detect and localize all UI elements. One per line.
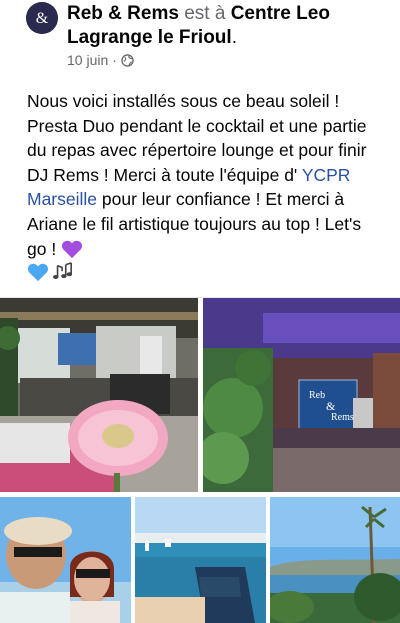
photo-selfie[interactable]: [0, 497, 131, 623]
location-trailing: .: [231, 27, 237, 48]
globe-icon: [121, 53, 134, 67]
photo-dj-setup[interactable]: Reb & Rems: [203, 298, 400, 492]
banner-text-amp: &: [326, 399, 336, 413]
banner-text-rems: Rems: [331, 412, 354, 423]
musical-notes-icon: [51, 261, 75, 287]
post-meta: 10 juin ·: [67, 52, 134, 68]
emoji-row: [27, 261, 75, 287]
photo-marina[interactable]: [135, 497, 266, 623]
post-header: & Reb & Rems est à Centre Leo Lagrange l…: [0, 0, 400, 80]
avatar[interactable]: &: [26, 2, 58, 34]
logo-icon: &: [26, 2, 58, 34]
post-text: Nous voici installés sous ce beau soleil…: [27, 89, 377, 265]
blue-heart-icon: [27, 262, 49, 287]
meta-separator: ·: [112, 52, 117, 68]
author-line: Reb & Rems est à Centre Leo Lagrange le …: [67, 2, 387, 50]
author-name[interactable]: Reb & Rems: [67, 3, 179, 24]
banner-text-reb: Reb: [309, 390, 325, 401]
svg-text:&: &: [36, 10, 49, 27]
post-date[interactable]: 10 juin: [67, 52, 108, 68]
photo-terrace-flower[interactable]: [0, 298, 198, 492]
photo-bay-view[interactable]: [270, 497, 400, 623]
location-connector: est à: [184, 3, 226, 24]
